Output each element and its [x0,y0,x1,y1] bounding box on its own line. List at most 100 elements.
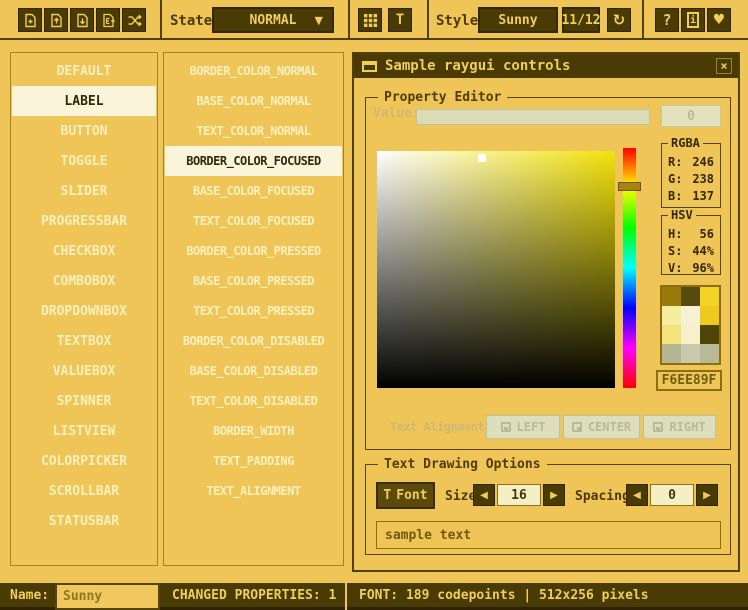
color-picker-cursor[interactable] [478,154,486,162]
properties-list-item[interactable]: BASE_COLOR_PRESSED [164,266,343,296]
style-counter-button[interactable]: 11/12 [562,7,600,33]
properties-list-item[interactable]: BORDER_WIDTH [164,416,343,446]
sponsor-button[interactable]: ♥ [707,8,731,32]
window-titlebar[interactable]: Sample raygui controls × [354,54,738,78]
info-icon: i [687,12,699,28]
palette-color[interactable] [700,287,719,306]
hsv-title: HSV [668,208,696,222]
properties-list-item[interactable]: BORDER_COLOR_FOCUSED [165,146,342,176]
value-slider[interactable] [416,109,650,125]
color-picker-panel[interactable] [377,151,615,388]
about-button[interactable]: i [681,8,705,32]
palette-color[interactable] [700,325,719,344]
properties-list-item[interactable]: TEXT_COLOR_NORMAL [164,116,343,146]
spacing-decrease-button[interactable]: ◀ [626,484,648,506]
size-increase-button[interactable]: ▶ [543,484,565,506]
toolbar-separator [348,0,350,40]
palette-color[interactable] [662,325,681,344]
controls-list-item[interactable]: COLORPICKER [11,446,157,476]
palette-color[interactable] [681,325,700,344]
properties-list-item[interactable]: TEXT_ALIGNMENT [164,476,343,506]
state-dropdown[interactable]: NORMAL ▼ [212,7,334,33]
close-icon: × [720,59,727,73]
palette-color[interactable] [662,344,681,363]
random-style-button[interactable] [122,8,146,32]
new-file-button[interactable] [18,8,42,32]
properties-list-item[interactable]: BASE_COLOR_DISABLED [164,356,343,386]
controls-list-item[interactable]: TEXTBOX [11,326,157,356]
align-right-button[interactable]: RIGHT [643,415,716,439]
rguistyler-app: State: NORMAL ▼ T Style: Sunny 11/12 ↻ ?… [0,0,748,610]
toolbar-separator [427,0,429,40]
controls-list-item[interactable]: TOGGLE [11,146,157,176]
controls-list-item[interactable]: CHECKBOX [11,236,157,266]
palette-color[interactable] [662,287,681,306]
properties-list-item[interactable]: TEXT_COLOR_PRESSED [164,296,343,326]
palette-color[interactable] [662,306,681,325]
controls-list-item[interactable]: COMBOBOX [11,266,157,296]
load-font-button[interactable]: T Font [376,482,435,509]
property-editor-group: Property Editor Value: 0 RGBA R:246 G:23… [365,97,731,450]
save-file-button[interactable] [70,8,94,32]
hue-slider-handle[interactable] [618,182,641,191]
properties-list-item[interactable]: BASE_COLOR_NORMAL [164,86,343,116]
controls-list-item[interactable]: LISTVIEW [11,416,157,446]
left-arrow-icon: ◀ [633,490,641,501]
palette-color[interactable] [700,344,719,363]
properties-list-item[interactable]: BASE_COLOR_FOCUSED [164,176,343,206]
controls-list-item[interactable]: VALUEBOX [11,356,157,386]
align-left-button[interactable]: LEFT [486,415,560,439]
controls-list-item[interactable]: PROGRESSBAR [11,206,157,236]
controls-list-item[interactable]: SLIDER [11,176,157,206]
controls-list-item[interactable]: BUTTON [11,116,157,146]
size-value-box[interactable]: 16 [497,484,541,506]
properties-list-item[interactable]: BORDER_COLOR_NORMAL [164,56,343,86]
controls-list-item[interactable]: STATUSBAR [11,506,157,536]
controls-list-item[interactable]: DEFAULT [11,56,157,86]
help-button[interactable]: ? [655,8,679,32]
controls-list-item[interactable]: SPINNER [11,386,157,416]
reload-style-button[interactable]: ↻ [607,8,631,32]
sample-text-input[interactable]: sample text [376,521,721,549]
palette-color[interactable] [681,287,700,306]
left-arrow-icon: ◀ [480,490,488,501]
load-file-button[interactable] [44,8,68,32]
align-center-button[interactable]: CENTER [563,415,640,439]
properties-list-item[interactable]: BORDER_COLOR_PRESSED [164,236,343,266]
spacing-increase-button[interactable]: ▶ [696,484,718,506]
close-button[interactable]: × [716,58,732,74]
properties-list-item[interactable]: TEXT_COLOR_FOCUSED [164,206,343,236]
size-decrease-button[interactable]: ◀ [473,484,495,506]
palette-color[interactable] [681,306,700,325]
export-file-button[interactable] [96,8,120,32]
properties-list-item[interactable]: TEXT_PADDING [164,446,343,476]
question-icon: ? [662,11,671,29]
value-box[interactable]: 0 [661,105,721,127]
hex-value-box[interactable]: F6EE89F [656,370,722,391]
palette-color[interactable] [681,344,700,363]
properties-list-item[interactable]: TEXT_COLOR_DISABLED [164,386,343,416]
property-editor-title: Property Editor [378,90,507,105]
right-arrow-icon: ▶ [550,490,558,501]
rgba-title: RGBA [668,136,703,150]
state-dropdown-value: NORMAL [250,13,297,28]
export-file-icon [100,12,117,29]
statusbar: Name: Sunny CHANGED PROPERTIES: 1 FONT: … [0,583,748,610]
align-left-icon [501,422,511,432]
controls-list-item[interactable]: DROPDOWNBOX [11,296,157,326]
hsv-row: V:96% [662,259,720,276]
style-name-button[interactable]: Sunny [478,7,558,33]
properties-list: BORDER_COLOR_NORMAL BASE_COLOR_NORMAL TE… [163,52,344,566]
style-name-input[interactable]: Sunny [55,583,160,610]
spacing-value-box[interactable]: 0 [650,484,694,506]
properties-list-item[interactable]: BORDER_COLOR_DISABLED [164,326,343,356]
controls-list-item[interactable]: SCROLLBAR [11,476,157,506]
value-label: Value: [373,106,420,121]
style-table-button[interactable] [358,8,382,32]
controls-list-item[interactable]: LABEL [12,86,156,116]
font-preview-button[interactable]: T [388,8,412,32]
window-icon [362,61,377,72]
toolbar-separator [642,0,644,40]
palette-color[interactable] [700,306,719,325]
style-name-status-label: Name: [0,583,55,610]
